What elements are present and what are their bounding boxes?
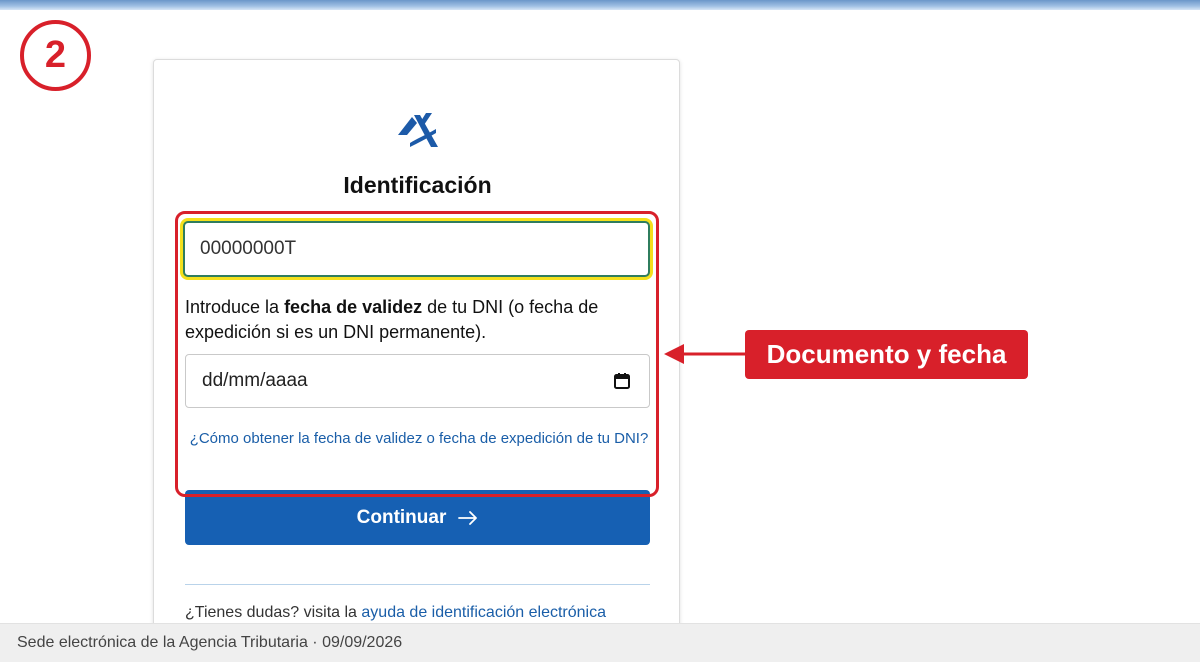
date-instructions: Introduce la fecha de validez de tu DNI … xyxy=(185,295,655,345)
validity-date-input[interactable]: dd/mm/aaaa xyxy=(185,354,650,408)
instructions-text-start: Introduce la xyxy=(185,297,285,317)
footer: Sede electrónica de la Agencia Tributari… xyxy=(0,623,1200,662)
help-doubts-text: ¿Tienes dudas? visita la ayuda de identi… xyxy=(185,604,665,622)
continue-label: Continuar xyxy=(356,506,447,528)
identification-card: Identificación Introduce la fecha de val… xyxy=(153,59,680,659)
instructions-bold: fecha de validez xyxy=(284,297,423,317)
electronic-id-help-link[interactable]: ayuda de identificación electrónica xyxy=(361,604,606,621)
date-help-link[interactable]: ¿Cómo obtener la fecha de validez o fech… xyxy=(189,429,649,449)
date-placeholder: dd/mm/aaaa xyxy=(202,370,308,391)
aeat-logo-icon xyxy=(398,113,438,147)
callout-arrow-icon xyxy=(664,344,746,364)
annotation-text: Documento y fecha xyxy=(766,339,1007,369)
top-bar xyxy=(0,0,1200,10)
page-title: Identificación xyxy=(343,172,492,198)
card-divider xyxy=(185,584,650,585)
step-number-badge: 2 xyxy=(20,20,91,91)
doubts-prefix: ¿Tienes dudas? visita la xyxy=(185,604,362,621)
step-number: 2 xyxy=(44,34,67,76)
footer-text: Sede electrónica de la Agencia Tributari… xyxy=(17,634,403,651)
continue-button[interactable]: Continuar xyxy=(185,490,650,545)
calendar-icon[interactable] xyxy=(613,372,631,390)
annotation-label: Documento y fecha xyxy=(745,330,1028,379)
arrow-right-icon xyxy=(458,510,478,525)
document-number-input[interactable] xyxy=(183,221,650,277)
